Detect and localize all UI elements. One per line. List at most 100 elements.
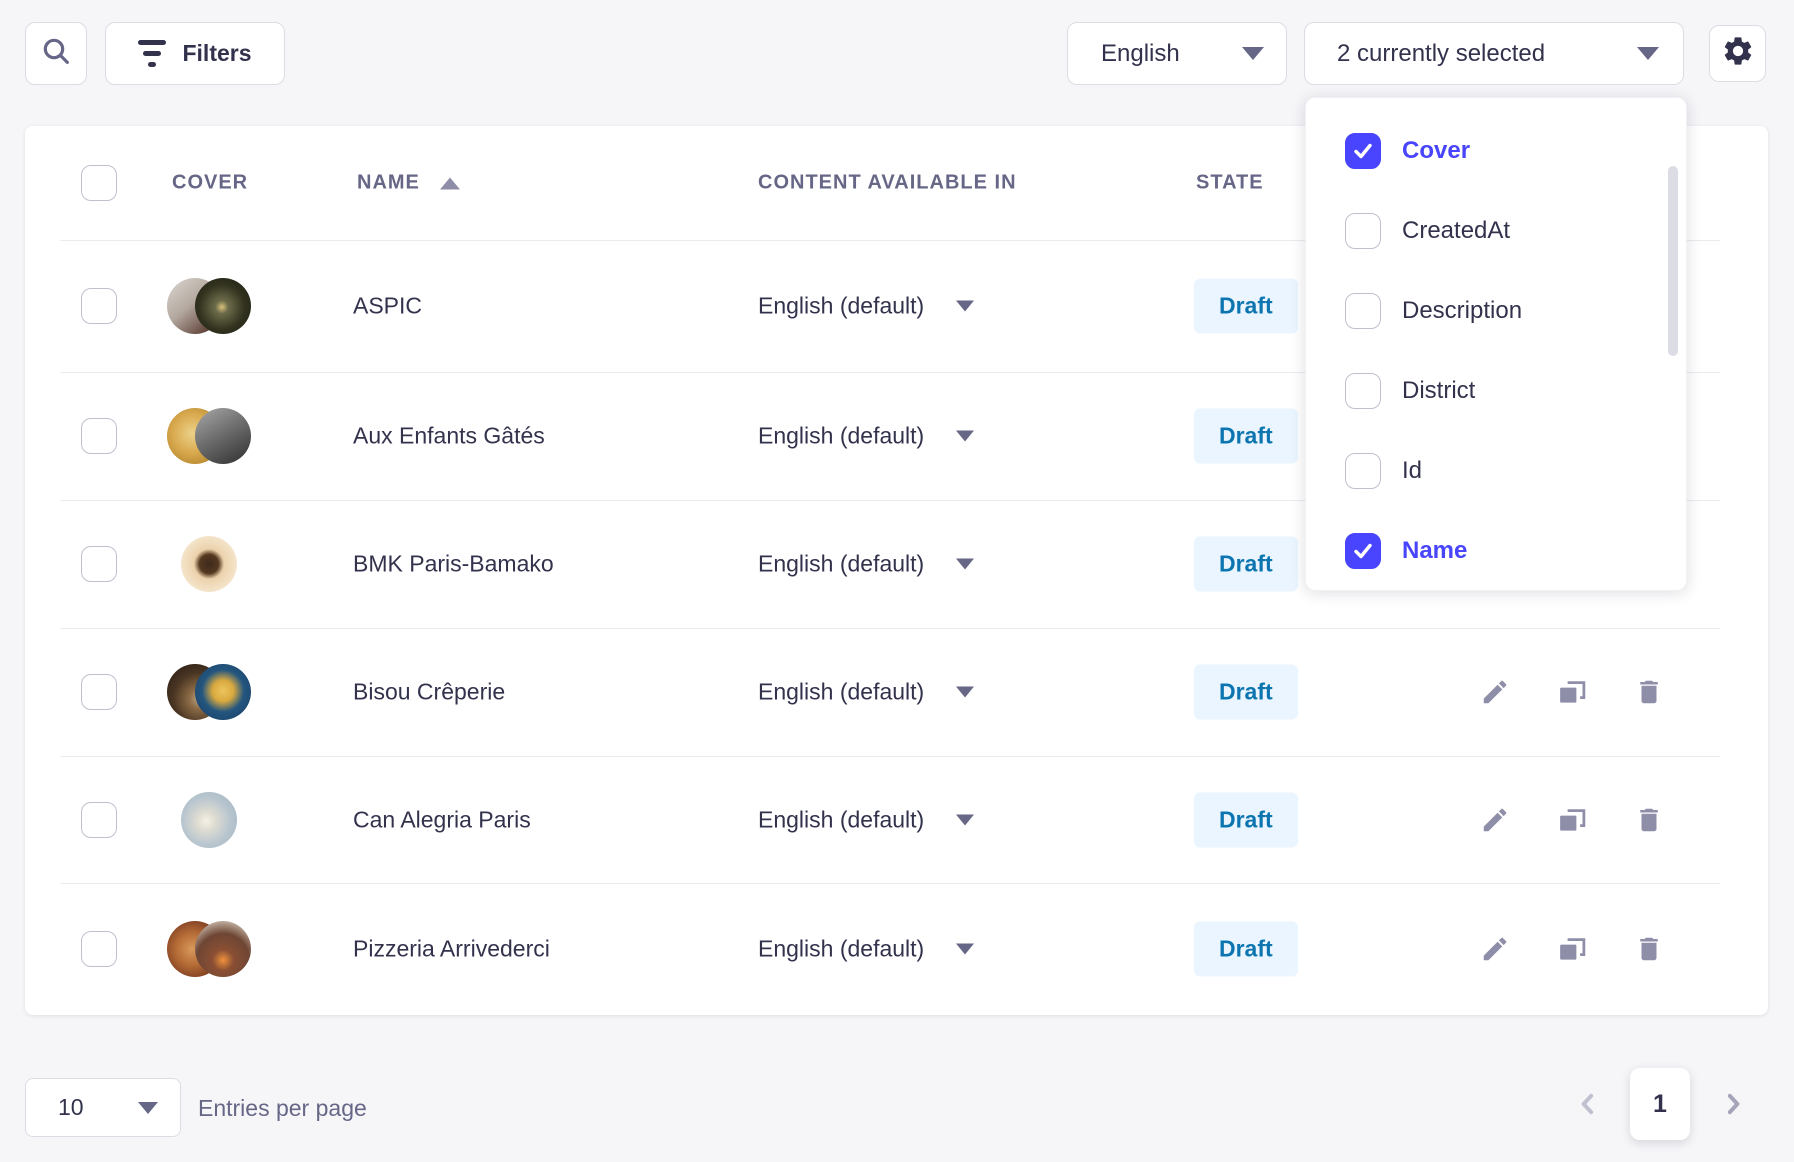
table-row: Pizzeria Arrivederci English (default) D… — [25, 883, 1768, 1015]
entry-name: Can Alegria Paris — [353, 806, 531, 833]
entry-name: Aux Enfants Gâtés — [353, 423, 545, 450]
scrollbar-thumb[interactable] — [1668, 166, 1678, 356]
chevron-down-icon — [956, 431, 974, 442]
cover-avatar — [195, 408, 251, 464]
status-badge: Draft — [1194, 665, 1298, 720]
row-checkbox[interactable] — [81, 931, 117, 967]
edit-icon[interactable] — [1480, 805, 1510, 835]
entries-per-page-label: Entries per page — [198, 1095, 367, 1122]
delete-icon[interactable] — [1634, 677, 1664, 707]
checkbox-checked[interactable] — [1345, 533, 1381, 569]
locale-select-value: English — [1101, 40, 1180, 68]
cover-avatars — [167, 278, 273, 334]
checkbox-unchecked[interactable] — [1345, 293, 1381, 329]
delete-icon[interactable] — [1634, 805, 1664, 835]
cover-avatar — [181, 536, 237, 592]
chevron-down-icon — [956, 559, 974, 570]
row-checkbox[interactable] — [81, 546, 117, 582]
cover-avatars — [167, 536, 273, 592]
content-list-page: Filters English 2 currently selected COV… — [0, 0, 1794, 1162]
locale-dropdown[interactable]: English (default) — [758, 806, 974, 833]
column-header-name[interactable]: NAME — [357, 172, 420, 195]
column-option-district[interactable]: District — [1306, 351, 1686, 431]
filters-button-label: Filters — [182, 40, 251, 67]
column-header-cover[interactable]: COVER — [172, 172, 248, 195]
chevron-down-icon — [956, 814, 974, 825]
status-badge: Draft — [1194, 409, 1298, 464]
columns-select-value: 2 currently selected — [1337, 40, 1545, 68]
column-option-label: Cover — [1402, 137, 1470, 165]
row-checkbox[interactable] — [81, 674, 117, 710]
column-option-description[interactable]: Description — [1306, 271, 1686, 351]
chevron-down-icon — [956, 301, 974, 312]
search-icon — [40, 35, 72, 72]
duplicate-icon[interactable] — [1557, 677, 1587, 707]
chevron-down-icon — [1242, 47, 1264, 60]
locale-dropdown[interactable]: English (default) — [758, 936, 974, 963]
select-all-checkbox[interactable] — [81, 165, 117, 201]
filters-button[interactable]: Filters — [105, 22, 285, 85]
entry-name: ASPIC — [353, 293, 422, 320]
checkbox-unchecked[interactable] — [1345, 453, 1381, 489]
page-size-select[interactable]: 10 — [25, 1078, 181, 1137]
status-badge: Draft — [1194, 922, 1298, 977]
duplicate-icon[interactable] — [1557, 805, 1587, 835]
cover-avatar — [195, 278, 251, 334]
columns-select[interactable]: 2 currently selected — [1304, 22, 1684, 85]
settings-button[interactable] — [1709, 25, 1766, 82]
status-badge: Draft — [1194, 279, 1298, 334]
row-checkbox[interactable] — [81, 288, 117, 324]
column-option-cover[interactable]: Cover — [1306, 111, 1686, 191]
checkbox-unchecked[interactable] — [1345, 213, 1381, 249]
locale-dropdown[interactable]: English (default) — [758, 679, 974, 706]
checkbox-unchecked[interactable] — [1345, 373, 1381, 409]
locale-select[interactable]: English — [1067, 22, 1287, 85]
cover-avatars — [167, 792, 273, 848]
locale-dropdown[interactable]: English (default) — [758, 551, 974, 578]
duplicate-icon[interactable] — [1557, 934, 1587, 964]
chevron-down-icon — [956, 944, 974, 955]
cover-avatar — [195, 664, 251, 720]
edit-icon[interactable] — [1480, 934, 1510, 964]
cover-avatars — [167, 921, 273, 977]
row-checkbox[interactable] — [81, 418, 117, 454]
delete-icon[interactable] — [1634, 934, 1664, 964]
search-button[interactable] — [25, 22, 87, 85]
checkbox-checked[interactable] — [1345, 133, 1381, 169]
table-row: Bisou Crêperie English (default) Draft — [25, 628, 1768, 756]
column-option-id[interactable]: Id — [1306, 431, 1686, 511]
page-size-value: 10 — [58, 1094, 84, 1121]
edit-icon[interactable] — [1480, 677, 1510, 707]
gear-icon — [1721, 34, 1755, 73]
cover-avatar — [195, 921, 251, 977]
status-badge: Draft — [1194, 537, 1298, 592]
cover-avatars — [167, 408, 273, 464]
table-row: Can Alegria Paris English (default) Draf… — [25, 756, 1768, 883]
status-badge: Draft — [1194, 792, 1298, 847]
columns-dropdown: Cover CreatedAt Description District Id … — [1305, 97, 1687, 591]
column-option-label: CreatedAt — [1402, 217, 1510, 245]
column-option-createdat[interactable]: CreatedAt — [1306, 191, 1686, 271]
chevron-down-icon — [1637, 47, 1659, 60]
column-option-label: District — [1402, 377, 1475, 405]
chevron-down-icon — [138, 1102, 158, 1114]
next-page-button[interactable] — [1715, 1086, 1751, 1122]
column-header-state[interactable]: STATE — [1196, 172, 1264, 195]
entry-name: BMK Paris-Bamako — [353, 551, 554, 578]
sort-ascending-icon[interactable] — [440, 177, 460, 189]
previous-page-button[interactable] — [1570, 1086, 1606, 1122]
page-number-button[interactable]: 1 — [1630, 1068, 1690, 1140]
column-option-label: Id — [1402, 457, 1422, 485]
entry-name: Bisou Crêperie — [353, 679, 505, 706]
locale-dropdown[interactable]: English (default) — [758, 423, 974, 450]
cover-avatar — [181, 792, 237, 848]
entry-name: Pizzeria Arrivederci — [353, 936, 550, 963]
column-option-label: Description — [1402, 297, 1522, 325]
row-checkbox[interactable] — [81, 802, 117, 838]
column-option-name[interactable]: Name — [1306, 511, 1686, 591]
column-option-label: Name — [1402, 537, 1467, 565]
cover-avatars — [167, 664, 273, 720]
chevron-down-icon — [956, 687, 974, 698]
locale-dropdown[interactable]: English (default) — [758, 293, 974, 320]
column-header-content-available-in[interactable]: CONTENT AVAILABLE IN — [758, 172, 1017, 195]
